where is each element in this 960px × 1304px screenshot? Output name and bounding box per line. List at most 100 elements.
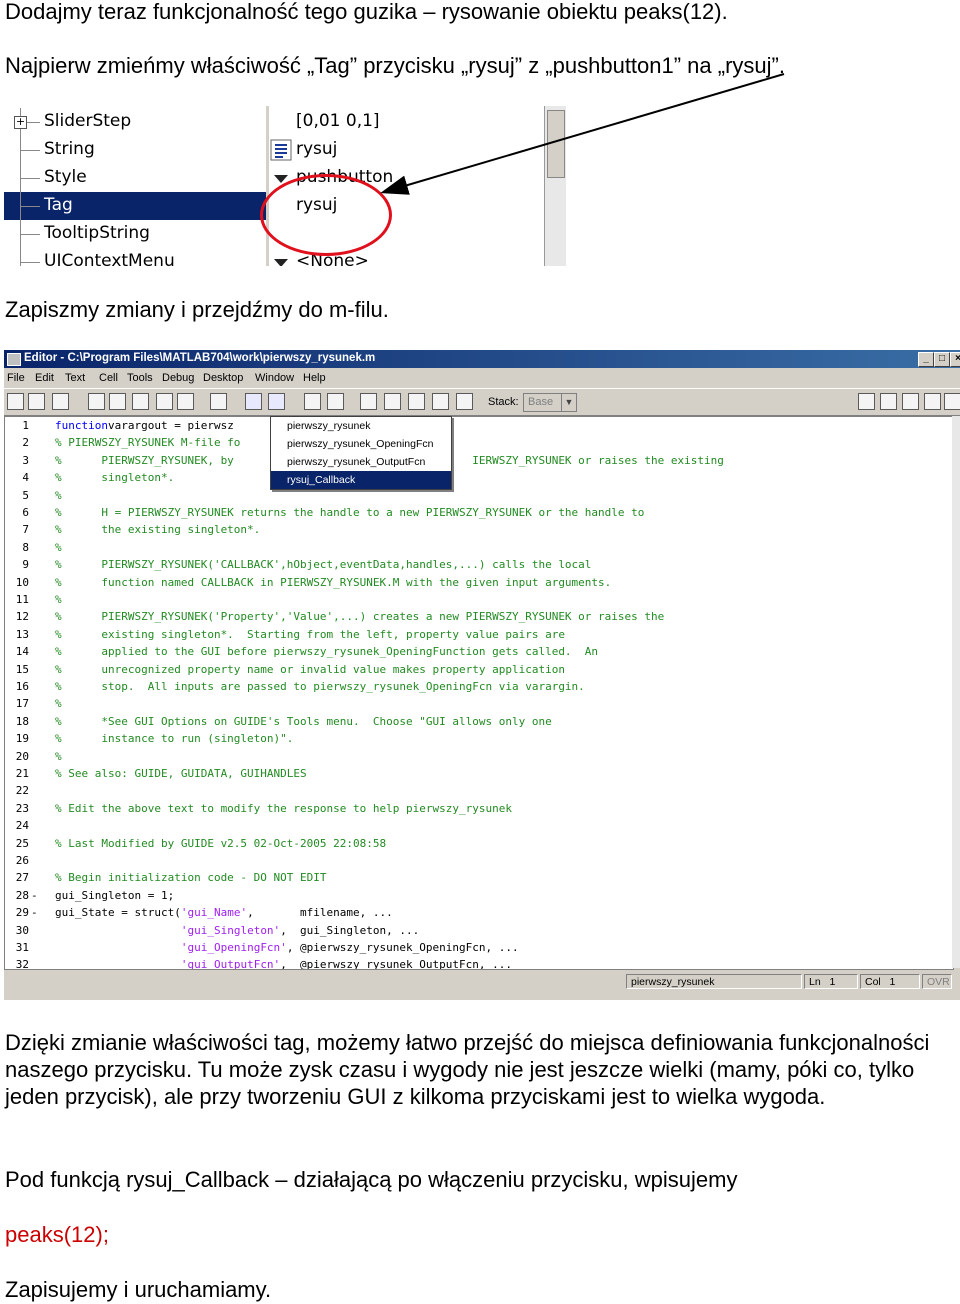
function-icon[interactable] xyxy=(268,393,285,410)
breakpoint-marker[interactable]: - xyxy=(31,889,38,902)
step-icon[interactable] xyxy=(360,393,377,410)
code-line[interactable]: gui_Singleton = 1; xyxy=(55,889,174,902)
stack-dropdown[interactable]: Base ▼ xyxy=(523,393,577,412)
menu-debug[interactable]: Debug xyxy=(162,372,194,384)
menu-window[interactable]: Window xyxy=(255,372,294,384)
code-line[interactable]: % xyxy=(55,750,62,763)
redo-icon[interactable] xyxy=(177,393,194,410)
highlight-circle xyxy=(260,174,392,256)
split-vertical-icon[interactable] xyxy=(880,393,897,410)
code-line[interactable]: % Begin initialization code - DO NOT EDI… xyxy=(55,871,327,884)
code-line[interactable]: 'gui_OutputFcn', @pierwszy_rysunek_Outpu… xyxy=(55,958,512,969)
copy-icon[interactable] xyxy=(109,393,126,410)
function-list-item[interactable]: rysuj_Callback xyxy=(271,471,451,489)
exit-debug-icon[interactable] xyxy=(456,393,473,410)
inspector-scrollbar[interactable] xyxy=(544,106,566,266)
property-value[interactable]: rysuj xyxy=(296,139,337,159)
property-row[interactable]: String rysuj xyxy=(4,136,544,164)
minimize-button[interactable]: _ xyxy=(918,352,934,367)
line-number: 31 xyxy=(15,941,29,954)
clear-breakpoint-icon[interactable] xyxy=(327,393,344,410)
cut-icon[interactable] xyxy=(88,393,105,410)
code-token: % PIERWSZY_RYSUNEK('Property','Value',..… xyxy=(55,610,665,624)
code-line[interactable]: gui_State = struct('gui_Name', mfilename… xyxy=(55,906,393,919)
line-number: 10 xyxy=(15,575,29,589)
line-number: 11 xyxy=(15,593,29,606)
code-line[interactable]: % xyxy=(55,489,62,502)
menu-cell[interactable]: Cell xyxy=(99,372,118,384)
code-line[interactable]: % PIERWSZY_RYSUNEK('Property','Value',..… xyxy=(55,610,664,623)
code-token: % xyxy=(55,540,62,554)
code-line[interactable]: % PIERWSZY_RYSUNEK('CALLBACK',hObject,ev… xyxy=(55,558,591,571)
menu-text[interactable]: Text xyxy=(65,372,85,384)
code-line[interactable]: % singleton*. xyxy=(55,471,174,484)
code-line[interactable]: % existing singleton*. Starting from the… xyxy=(55,628,565,641)
code-line[interactable]: % instance to run (singleton)". xyxy=(55,732,293,745)
split-horizontal-icon[interactable] xyxy=(902,393,919,410)
code-line[interactable]: % H = PIERWSZY_RYSUNEK returns the handl… xyxy=(55,506,644,519)
editor-scrollbar[interactable] xyxy=(952,416,960,968)
line-number: 6 xyxy=(22,506,29,519)
set-breakpoint-icon[interactable] xyxy=(304,393,321,410)
property-name: UIContextMenu xyxy=(44,251,175,266)
code-line[interactable]: % *See GUI Options on GUIDE's Tools menu… xyxy=(55,715,552,728)
print-icon[interactable] xyxy=(210,393,227,410)
close-button[interactable]: × xyxy=(950,352,960,367)
float-icon[interactable] xyxy=(924,393,941,410)
code-line[interactable]: % xyxy=(55,541,62,554)
code-token: 'gui_OpeningFcn' xyxy=(180,941,287,954)
property-row[interactable]: UIContextMenu <None> xyxy=(4,248,544,266)
code-line[interactable]: % See also: GUIDE, GUIDATA, GUIHANDLES xyxy=(55,767,307,780)
new-file-icon[interactable] xyxy=(7,393,24,410)
menu-file[interactable]: File xyxy=(7,372,25,384)
menu-help[interactable]: Help xyxy=(303,372,326,384)
code-line[interactable]: functionvarargout = pierwsz xyxy=(55,419,234,432)
code-line[interactable]: % PIERWSZY_RYSUNEK M-file fo xyxy=(55,436,240,449)
property-row[interactable]: Style pushbutton xyxy=(4,164,544,192)
code-line[interactable]: % applied to the GUI before pierwszy_rys… xyxy=(55,645,598,658)
code-line[interactable]: % function named CALLBACK in PIERWSZY_RY… xyxy=(55,576,611,589)
paragraph-tag-instruction: Najpierw zmieńmy właściwość „Tag” przyci… xyxy=(5,53,785,78)
code-line[interactable]: % Edit the above text to modify the resp… xyxy=(55,802,512,815)
code-line[interactable]: 'gui_Singleton', gui_Singleton, ... xyxy=(55,924,419,937)
open-file-icon[interactable] xyxy=(28,393,45,410)
menu-desktop[interactable]: Desktop xyxy=(203,372,243,384)
function-list-item[interactable]: pierwszy_rysunek xyxy=(271,417,451,435)
maximize-button[interactable]: □ xyxy=(934,352,950,367)
text-edit-icon[interactable] xyxy=(270,139,292,161)
menu-edit[interactable]: Edit xyxy=(35,372,54,384)
property-value[interactable]: [0,01 0,1] xyxy=(296,111,380,131)
code-area[interactable]: 1 2 3 4 5 6 7 8 9 10 11 12 13 14 15 16 17 18 19 20 21 22 23 24 2… xyxy=(4,416,954,970)
code-line[interactable]: % xyxy=(55,697,62,710)
code-line[interactable]: % unrecognized property name or invalid … xyxy=(55,663,565,676)
dropdown-icon[interactable] xyxy=(270,251,292,266)
save-icon[interactable] xyxy=(52,393,69,410)
function-list-item[interactable]: pierwszy_rysunek_OpeningFcn xyxy=(271,435,451,453)
menu-tools[interactable]: Tools xyxy=(127,372,153,384)
step-in-icon[interactable] xyxy=(384,393,401,410)
function-list-item[interactable]: pierwszy_rysunek_OutputFcn xyxy=(271,453,451,471)
step-out-icon[interactable] xyxy=(408,393,425,410)
breakpoint-marker[interactable]: - xyxy=(31,906,38,919)
code-line[interactable]: 'gui_OpeningFcn', @pierwszy_rysunek_Open… xyxy=(55,941,519,954)
paste-icon[interactable] xyxy=(132,393,149,410)
line-number: 16 xyxy=(15,680,29,693)
code-line[interactable]: % Last Modified by GUIDE v2.5 02-Oct-200… xyxy=(55,837,386,850)
code-token: % xyxy=(55,593,62,606)
code-line[interactable]: % stop. All inputs are passed to pierwsz… xyxy=(55,680,585,693)
find-icon[interactable] xyxy=(245,393,262,410)
code-token: function xyxy=(55,419,108,432)
line-number: 9 xyxy=(22,558,29,572)
menubar: File Edit Text Cell Tools Debug Desktop Window H… xyxy=(4,369,960,387)
maximize-icon[interactable] xyxy=(944,393,960,410)
code-line[interactable]: % the existing singleton*. xyxy=(55,523,260,536)
tile-icon[interactable] xyxy=(858,393,875,410)
code-token: 'gui_Name' xyxy=(180,906,248,920)
code-line[interactable]: % xyxy=(55,593,62,606)
undo-icon[interactable] xyxy=(156,393,173,410)
property-row[interactable]: + SliderStep [0,01 0,1] xyxy=(4,108,544,136)
plus-icon[interactable]: + xyxy=(14,116,27,129)
line-number: 1 xyxy=(22,419,29,432)
continue-icon[interactable] xyxy=(432,393,449,410)
line-number: 30 xyxy=(15,923,29,937)
